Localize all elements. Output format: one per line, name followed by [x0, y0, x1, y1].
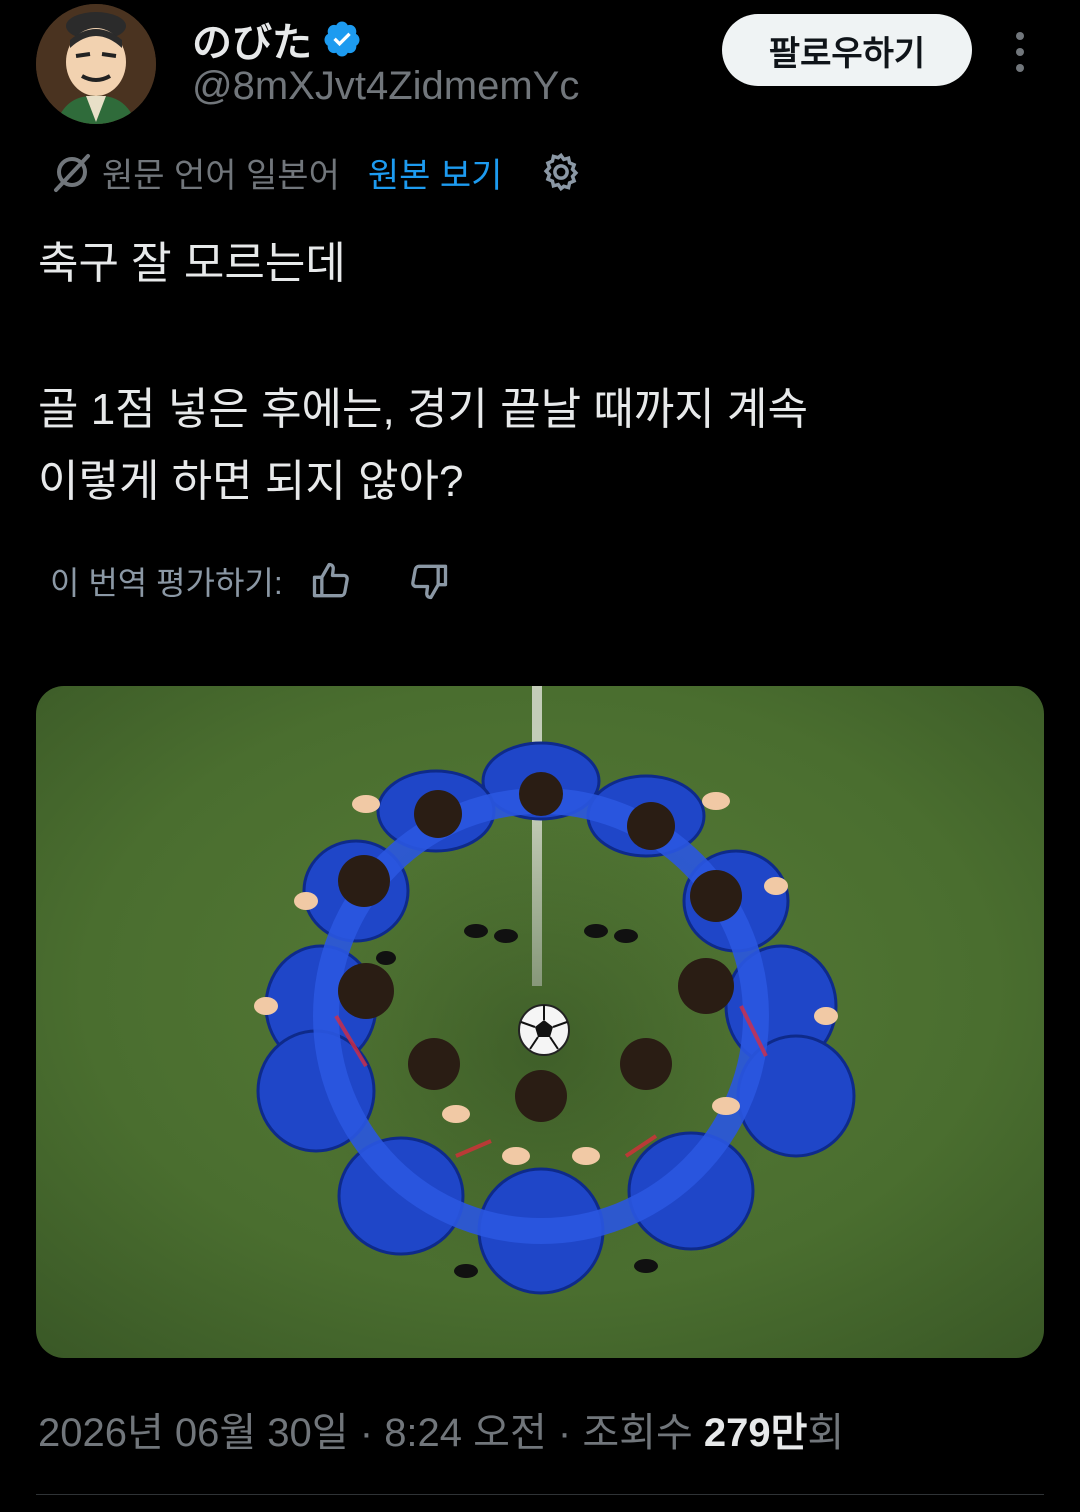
- translation-source-label: 원문 언어 일본어: [102, 156, 340, 195]
- meta-separator: ·: [359, 1411, 374, 1455]
- translation-bar: 원문 언어 일본어 원본 보기: [50, 146, 582, 198]
- avatar[interactable]: [36, 4, 156, 124]
- thumbs-up-icon[interactable]: [309, 559, 353, 603]
- author-name-row[interactable]: のびた: [192, 10, 362, 68]
- divider: [36, 1494, 1044, 1495]
- meta-separator: ·: [557, 1411, 572, 1455]
- tweet-image[interactable]: [36, 686, 1044, 1358]
- avatar-illustration: [36, 4, 156, 124]
- rate-translation-bar: 이 번역 평가하기:: [50, 555, 451, 607]
- views-count: 279만: [703, 1411, 808, 1455]
- tweet-time[interactable]: 8:24 오전: [384, 1411, 547, 1455]
- tweet-metadata: 2026년 06월 30일 · 8:24 오전 · 조회수 279만회: [38, 1400, 844, 1458]
- team-huddle-photo: [36, 686, 1044, 1358]
- gear-icon[interactable]: [540, 151, 582, 193]
- author-display-name[interactable]: のびた: [192, 10, 312, 68]
- views-suffix: 회: [807, 1411, 845, 1455]
- tweet-line: 축구 잘 모르는데: [38, 239, 346, 288]
- author-handle[interactable]: @8mXJvt4ZidmemYc: [192, 64, 579, 109]
- tweet-text: 축구 잘 모르는데 골 1점 넣은 후에는, 경기 끝날 때까지 계속 이렇게 …: [38, 228, 1038, 518]
- verified-badge-icon: [324, 21, 360, 57]
- show-original-link[interactable]: 원본 보기: [368, 148, 503, 197]
- tweet-date[interactable]: 2026년 06월 30일: [38, 1411, 349, 1455]
- more-options-icon[interactable]: [1002, 28, 1038, 76]
- views-label: 조회수: [582, 1411, 693, 1455]
- translate-icon: [54, 154, 90, 192]
- thumbs-down-icon[interactable]: [407, 559, 451, 603]
- soccer-ball: [518, 1004, 570, 1056]
- tweet-line: 이렇게 하면 되지 않아?: [38, 457, 464, 506]
- follow-button[interactable]: 팔로우하기: [722, 14, 972, 86]
- rate-translation-label: 이 번역 평가하기:: [50, 565, 283, 601]
- tweet-line: 골 1점 넣은 후에는, 경기 끝날 때까지 계속: [38, 385, 808, 434]
